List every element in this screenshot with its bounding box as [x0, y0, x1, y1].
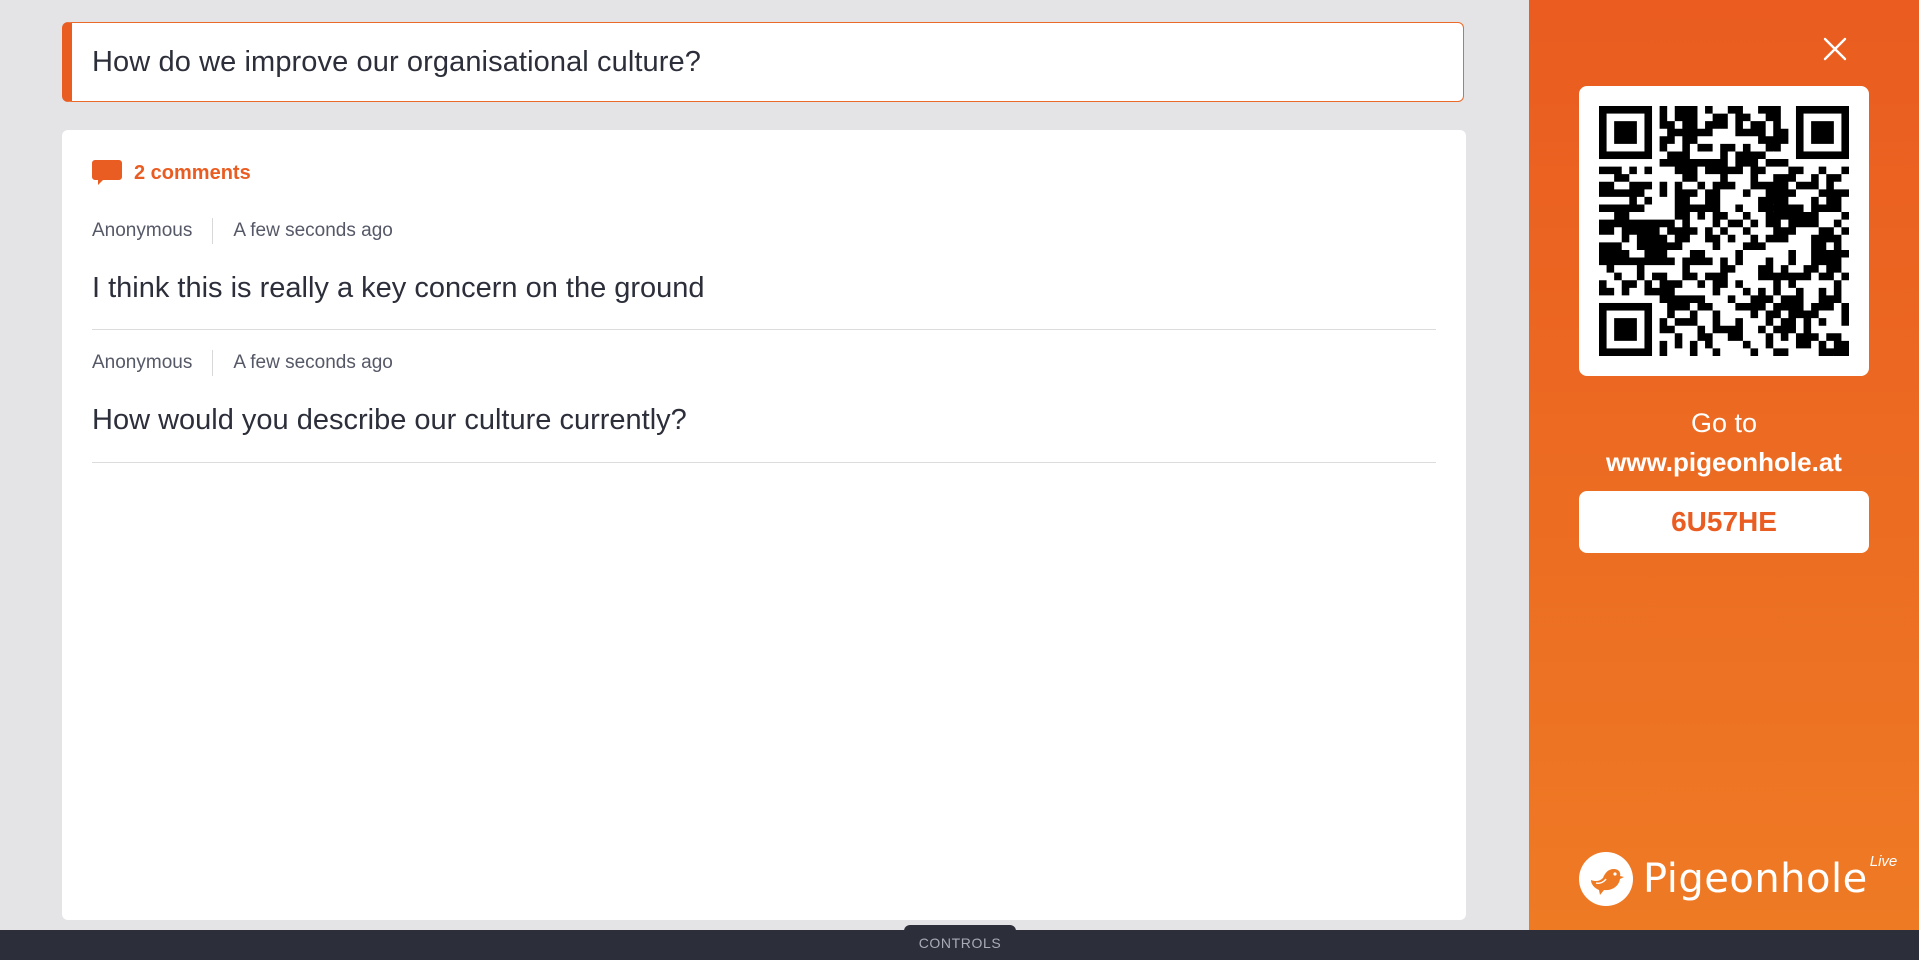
brand-suffix: Live [1869, 852, 1898, 870]
comment-author: Anonymous [92, 220, 193, 241]
question-card: How do we improve our organisational cul… [62, 22, 1464, 102]
comment-body: How would you describe our culture curre… [92, 404, 687, 436]
close-button[interactable] [1820, 34, 1850, 64]
comment-meta: Anonymous A few seconds ago [92, 216, 1436, 246]
goto-label: Go to [1690, 408, 1758, 438]
meta-divider [212, 350, 214, 376]
join-sidebar: Go to www.pigeonhole.at 6U57HE Pigeonhol… [1529, 0, 1919, 930]
meta-divider [212, 218, 214, 244]
comment-item: Anonymous A few seconds ago How would yo… [92, 348, 1436, 463]
comment-time: A few seconds ago [233, 352, 393, 373]
comment-time: A few seconds ago [233, 220, 393, 241]
comment-body: I think this is really a key concern on … [92, 272, 705, 304]
question-title: How do we improve our organisational cul… [92, 45, 701, 78]
qr-code [1579, 86, 1869, 376]
qr-code-image [1599, 106, 1849, 356]
comment-meta: Anonymous A few seconds ago [92, 348, 1436, 378]
comment-icon [92, 160, 122, 185]
comments-count: 2 comments [92, 160, 251, 186]
comments-count-label: 2 comments [134, 161, 251, 184]
event-code: 6U57HE [1579, 491, 1869, 553]
comment-author: Anonymous [92, 352, 193, 373]
comment-item: Anonymous A few seconds ago I think this… [92, 216, 1436, 330]
close-icon [1823, 37, 1847, 61]
controls-toggle[interactable]: CONTROLS [904, 925, 1016, 960]
brand-name: Pigeonhole [1643, 856, 1868, 902]
goto-url: www.pigeonhole.at [1606, 447, 1842, 477]
pigeon-icon [1579, 852, 1633, 906]
pigeonhole-logo: Pigeonhole Live [1579, 852, 1897, 906]
comments-panel: 2 comments Anonymous A few seconds ago I… [62, 130, 1466, 920]
